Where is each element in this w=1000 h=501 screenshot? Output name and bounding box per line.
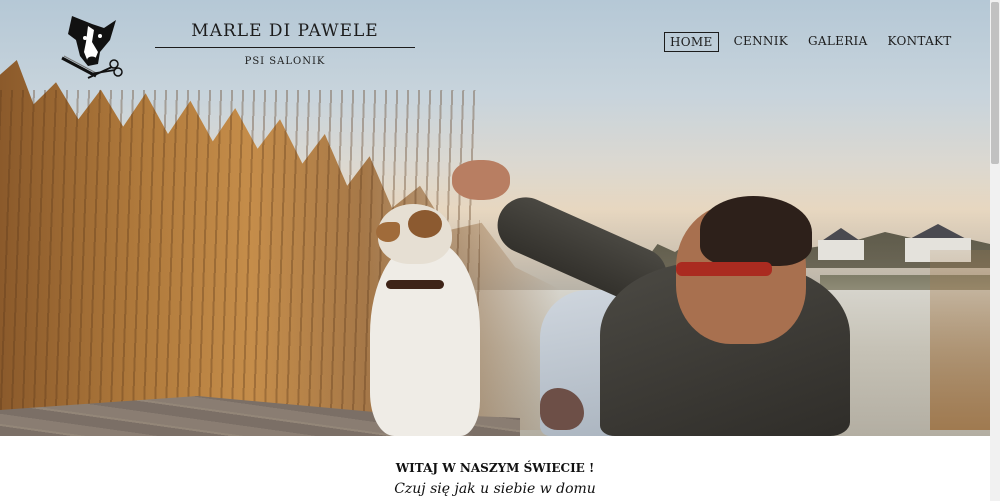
tagline: Czuj się jak u siebie w domu — [394, 481, 596, 497]
brand-subtitle: PSI SALONIK — [244, 56, 326, 67]
dog-collar — [386, 280, 444, 289]
brand: MARLE DI PAWELE PSI SALONIK — [155, 20, 415, 67]
nav-cennik[interactable]: CENNIK — [729, 32, 793, 52]
hero-image — [0, 0, 990, 436]
nav-kontakt[interactable]: KONTAKT — [883, 32, 957, 52]
nav-galeria[interactable]: GALERIA — [803, 32, 873, 52]
man-hand — [452, 160, 510, 200]
brand-divider — [155, 47, 415, 48]
scrollbar[interactable] — [990, 0, 1000, 501]
man-hair — [700, 196, 812, 266]
main-nav: HOME CENNIK GALERIA KONTAKT — [664, 32, 957, 52]
dog-ear — [376, 222, 400, 242]
scrollbar-thumb[interactable] — [991, 2, 999, 164]
dog-body — [370, 240, 480, 436]
house — [818, 240, 864, 260]
brand-title: MARLE DI PAWELE — [191, 21, 379, 41]
reeds — [930, 250, 990, 430]
nav-home[interactable]: HOME — [664, 32, 719, 52]
welcome-heading: WITAJ W NASZYM ŚWIECIE ! — [395, 461, 595, 475]
dog-grooming-logo-icon[interactable] — [58, 12, 128, 84]
sunglasses — [676, 262, 772, 276]
dog-patch — [408, 210, 442, 238]
